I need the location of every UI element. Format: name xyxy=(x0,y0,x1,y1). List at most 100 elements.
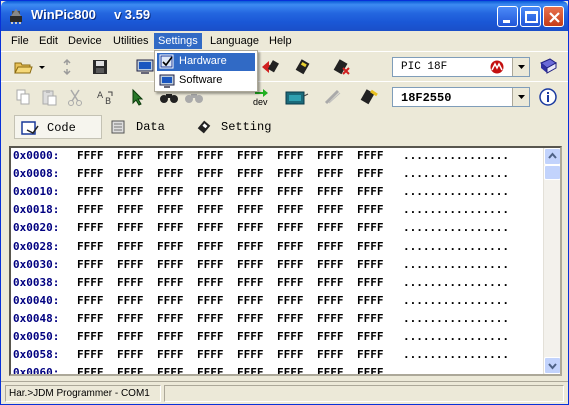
minimize-button[interactable] xyxy=(497,6,518,27)
tab-code[interactable]: Code xyxy=(14,115,102,139)
maximize-button[interactable] xyxy=(520,6,541,27)
hardware-programmer-icon[interactable] xyxy=(285,87,309,107)
menu-item-software[interactable]: Software xyxy=(157,72,255,90)
hex-word[interactable]: FFFF xyxy=(117,294,144,307)
hex-word[interactable]: FFFF xyxy=(317,330,344,343)
hex-word[interactable]: FFFF xyxy=(197,366,224,374)
hex-word[interactable]: FFFF xyxy=(77,167,104,180)
hex-word[interactable]: FFFF xyxy=(157,149,184,162)
hex-word[interactable]: FFFF xyxy=(157,348,184,361)
hex-word[interactable]: FFFF xyxy=(77,294,104,307)
hex-word[interactable]: FFFF xyxy=(317,185,344,198)
hex-word[interactable]: FFFF xyxy=(277,258,304,271)
hex-word[interactable]: FFFF xyxy=(357,276,384,289)
hex-word[interactable]: FFFF xyxy=(237,312,264,325)
hex-word[interactable]: FFFF xyxy=(157,366,184,374)
hex-word[interactable]: FFFF xyxy=(277,312,304,325)
hex-word[interactable]: FFFF xyxy=(117,221,144,234)
hex-word[interactable]: FFFF xyxy=(117,330,144,343)
hex-word[interactable]: FFFF xyxy=(117,366,144,374)
hex-word[interactable]: FFFF xyxy=(277,240,304,253)
erase-chip-icon[interactable] xyxy=(331,57,351,77)
hex-word[interactable]: FFFF xyxy=(117,276,144,289)
hex-word[interactable]: FFFF xyxy=(237,258,264,271)
hex-word[interactable]: FFFF xyxy=(237,366,264,374)
hex-word[interactable]: FFFF xyxy=(277,203,304,216)
hex-word[interactable]: FFFF xyxy=(357,312,384,325)
pointer-arrow-icon[interactable] xyxy=(128,87,148,107)
menu-file[interactable]: File xyxy=(7,33,33,49)
hex-word[interactable]: FFFF xyxy=(197,240,224,253)
hex-word[interactable]: FFFF xyxy=(197,330,224,343)
hex-word[interactable]: FFFF xyxy=(197,185,224,198)
scroll-thumb[interactable] xyxy=(544,165,560,180)
device-dropdown-arrow[interactable] xyxy=(512,88,529,106)
hex-word[interactable]: FFFF xyxy=(157,276,184,289)
scroll-down-button[interactable] xyxy=(544,357,560,374)
datasheet-book-icon[interactable] xyxy=(538,57,558,77)
menu-language[interactable]: Language xyxy=(206,33,263,49)
hex-word[interactable]: FFFF xyxy=(77,366,104,374)
hex-word[interactable]: FFFF xyxy=(77,221,104,234)
hex-word[interactable]: FFFF xyxy=(277,221,304,234)
hex-word[interactable]: FFFF xyxy=(317,294,344,307)
hex-word[interactable]: FFFF xyxy=(357,203,384,216)
hex-word[interactable]: FFFF xyxy=(117,203,144,216)
title-bar[interactable]: WinPic800 v 3.59 xyxy=(1,1,568,31)
winpic-app-icon[interactable] xyxy=(7,7,25,25)
hex-word[interactable]: FFFF xyxy=(117,240,144,253)
hex-word[interactable]: FFFF xyxy=(117,149,144,162)
hex-word[interactable]: FFFF xyxy=(157,240,184,253)
hex-word[interactable]: FFFF xyxy=(237,185,264,198)
hex-word[interactable]: FFFF xyxy=(357,366,384,374)
hex-word[interactable]: FFFF xyxy=(77,203,104,216)
close-button[interactable] xyxy=(543,6,564,27)
open-dropdown-arrow-icon[interactable] xyxy=(36,57,48,77)
hex-word[interactable]: FFFF xyxy=(317,149,344,162)
menu-item-hardware[interactable]: Hardware xyxy=(157,53,255,71)
hex-word[interactable]: FFFF xyxy=(237,330,264,343)
hex-word[interactable]: FFFF xyxy=(277,185,304,198)
hex-word[interactable]: FFFF xyxy=(237,240,264,253)
hex-word[interactable]: FFFF xyxy=(197,348,224,361)
hex-word[interactable]: FFFF xyxy=(197,167,224,180)
hex-word[interactable]: FFFF xyxy=(77,312,104,325)
menu-utilities[interactable]: Utilities xyxy=(109,33,152,49)
hex-word[interactable]: FFFF xyxy=(277,149,304,162)
hex-word[interactable]: FFFF xyxy=(357,348,384,361)
menu-settings[interactable]: Settings xyxy=(154,33,202,49)
hex-word[interactable]: FFFF xyxy=(357,240,384,253)
hex-word[interactable]: FFFF xyxy=(117,185,144,198)
menu-help[interactable]: Help xyxy=(265,33,296,49)
open-folder-icon[interactable] xyxy=(13,57,33,77)
cut-icon[interactable] xyxy=(65,87,85,107)
hex-word[interactable]: FFFF xyxy=(197,203,224,216)
hex-word[interactable]: FFFF xyxy=(237,149,264,162)
hex-word[interactable]: FFFF xyxy=(317,312,344,325)
device-family-dropdown-arrow[interactable] xyxy=(512,58,529,76)
vertical-scrollbar[interactable] xyxy=(543,148,560,374)
hex-word[interactable]: FFFF xyxy=(77,240,104,253)
hex-word[interactable]: FFFF xyxy=(317,276,344,289)
hex-word[interactable]: FFFF xyxy=(77,330,104,343)
hex-word[interactable]: FFFF xyxy=(197,258,224,271)
hex-word[interactable]: FFFF xyxy=(357,258,384,271)
hex-word[interactable]: FFFF xyxy=(357,149,384,162)
hex-word[interactable]: FFFF xyxy=(317,203,344,216)
hex-word[interactable]: FFFF xyxy=(117,167,144,180)
hex-word[interactable]: FFFF xyxy=(237,203,264,216)
find-replace-ab-icon[interactable]: AB xyxy=(96,87,116,107)
hex-word[interactable]: FFFF xyxy=(277,348,304,361)
hex-word[interactable]: FFFF xyxy=(277,294,304,307)
hex-word[interactable]: FFFF xyxy=(77,149,104,162)
hex-word[interactable]: FFFF xyxy=(157,312,184,325)
hex-word[interactable]: FFFF xyxy=(77,258,104,271)
hex-word[interactable]: FFFF xyxy=(77,348,104,361)
hex-word[interactable]: FFFF xyxy=(117,312,144,325)
scroll-up-button[interactable] xyxy=(544,148,560,165)
hex-word[interactable]: FFFF xyxy=(157,185,184,198)
device-select[interactable]: 18F2550 xyxy=(392,87,530,107)
hex-word[interactable]: FFFF xyxy=(237,167,264,180)
write-chip-icon[interactable] xyxy=(293,57,313,77)
hex-word[interactable]: FFFF xyxy=(197,312,224,325)
